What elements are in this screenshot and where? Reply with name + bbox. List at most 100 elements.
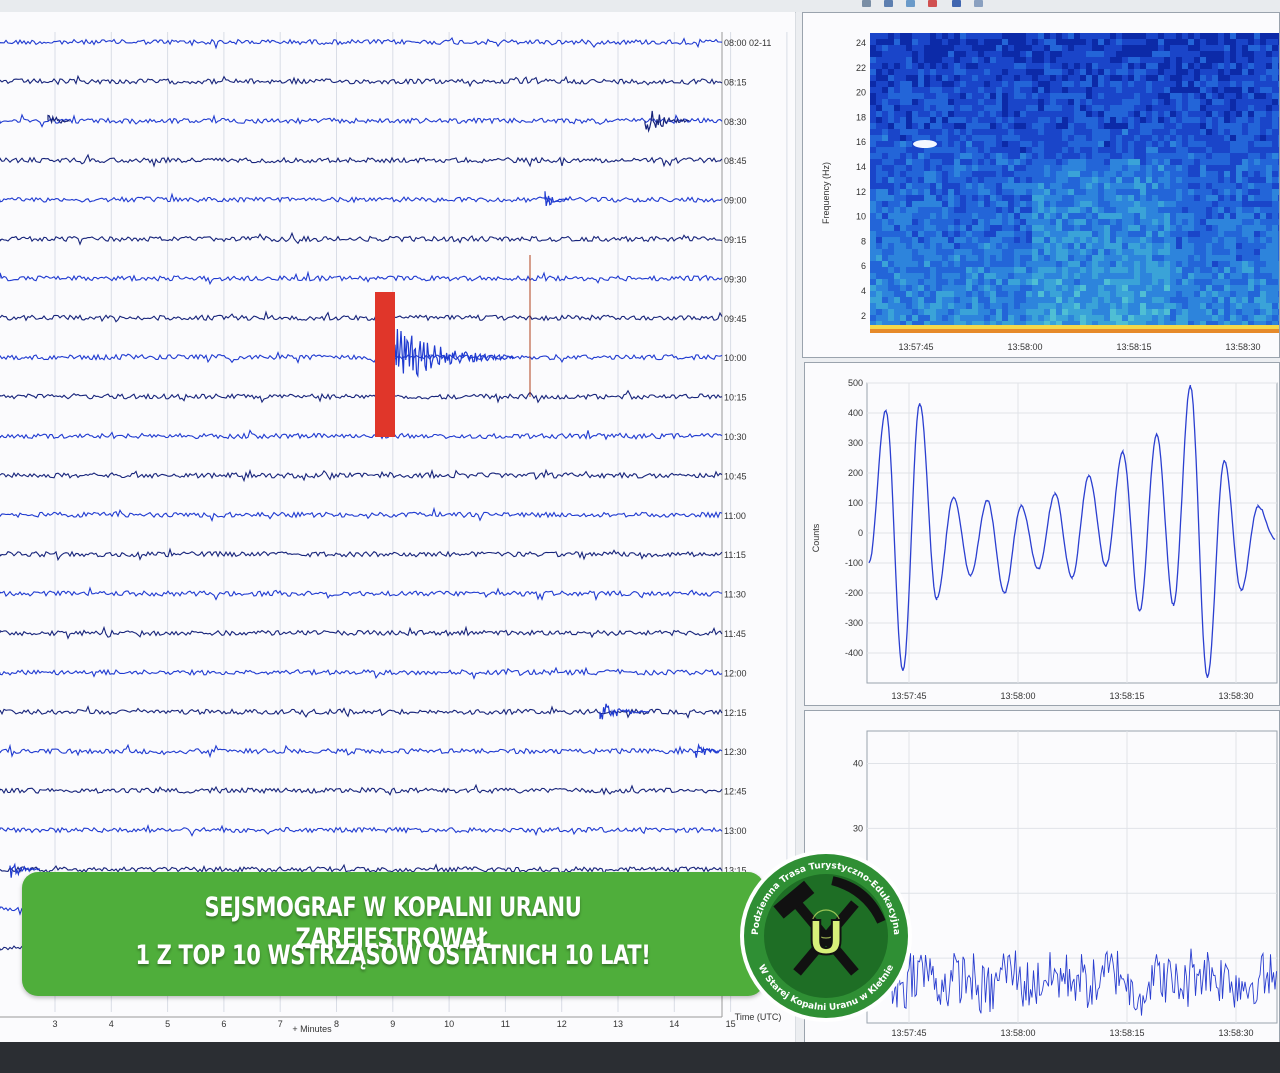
- spectrogram-cell: [894, 195, 900, 201]
- spectrogram-cell: [1140, 195, 1146, 201]
- spectrogram-cell: [960, 231, 966, 237]
- toolbar-icon[interactable]: [862, 0, 871, 7]
- spectrogram-cell: [1170, 249, 1176, 255]
- spectrogram-cell: [1014, 189, 1020, 195]
- spectrogram-cell: [906, 309, 912, 315]
- spectrogram-cell: [1176, 273, 1182, 279]
- spectrogram-cell: [1008, 117, 1014, 123]
- spectrogram-cell: [1230, 99, 1236, 105]
- spectrogram-cell: [948, 57, 954, 63]
- toolbar-icon[interactable]: [952, 0, 961, 7]
- spectrogram-cell: [1164, 165, 1170, 171]
- spectrogram-cell: [1080, 189, 1086, 195]
- spectrogram-cell: [1230, 45, 1236, 51]
- spectrogram-cell: [1026, 225, 1032, 231]
- spectrogram-cell: [1026, 255, 1032, 261]
- spectrogram-cell: [960, 243, 966, 249]
- spectrogram-cell: [1044, 279, 1050, 285]
- spectrogram-cell: [960, 309, 966, 315]
- spectrogram-cell: [888, 231, 894, 237]
- spectrogram-cell: [1218, 279, 1224, 285]
- spectrogram-cell: [1008, 285, 1014, 291]
- spectrogram-cell: [1146, 93, 1152, 99]
- spectrogram-cell: [1140, 99, 1146, 105]
- spectrogram-cell: [1230, 177, 1236, 183]
- spectrogram-cell: [996, 303, 1002, 309]
- spectrogram-cell: [1044, 303, 1050, 309]
- spectrogram-cell: [1200, 231, 1206, 237]
- spectrogram-cell: [1266, 45, 1272, 51]
- spectrogram-cell: [1146, 111, 1152, 117]
- spectrogram-cell: [1140, 183, 1146, 189]
- spectrogram-cell: [996, 111, 1002, 117]
- spectrogram-cell: [948, 261, 954, 267]
- spectrogram-cell: [1110, 291, 1116, 297]
- spectrogram-cell: [1164, 213, 1170, 219]
- spectrogram-cell: [978, 195, 984, 201]
- spectrogram-cell: [924, 303, 930, 309]
- spectrogram-cell: [1074, 63, 1080, 69]
- spectrogram-cell: [1032, 123, 1038, 129]
- spectrogram-cell: [870, 177, 876, 183]
- spectrogram-cell: [1032, 51, 1038, 57]
- spectrogram-cell: [948, 39, 954, 45]
- spectrogram-cell: [888, 39, 894, 45]
- spectrogram-cell: [1188, 201, 1194, 207]
- spectrogram-cell: [1068, 129, 1074, 135]
- spectrogram-cell: [930, 291, 936, 297]
- spectrogram-cell: [1074, 279, 1080, 285]
- spectrogram-cell: [936, 213, 942, 219]
- toolbar-icon[interactable]: [928, 0, 937, 7]
- spectrogram-cell: [1170, 141, 1176, 147]
- spectrogram-cell: [1026, 309, 1032, 315]
- spectrogram-cell: [912, 183, 918, 189]
- spectrogram-cell: [1200, 273, 1206, 279]
- spectrogram-cell: [1086, 51, 1092, 57]
- spectrogram-cell: [1110, 231, 1116, 237]
- y-axis-label: Counts: [811, 523, 821, 552]
- spectrogram-cell: [960, 135, 966, 141]
- spectrogram-cell: [1032, 249, 1038, 255]
- spectrogram-cell: [996, 309, 1002, 315]
- spectrogram-cell: [1224, 303, 1230, 309]
- spectrogram-cell: [1086, 117, 1092, 123]
- spectrogram-cell: [1104, 153, 1110, 159]
- spectrogram-cell: [1056, 195, 1062, 201]
- toolbar-icon[interactable]: [974, 0, 983, 7]
- spectrogram-cell: [1158, 93, 1164, 99]
- toolbar-icon[interactable]: [884, 0, 893, 7]
- spectrogram-cell: [1110, 249, 1116, 255]
- spectrogram-cell: [1080, 141, 1086, 147]
- spectrogram-cell: [996, 123, 1002, 129]
- spectrogram-cell: [1140, 117, 1146, 123]
- spectrogram-cell: [912, 57, 918, 63]
- minute-tick-label: 13: [613, 1019, 623, 1029]
- spectrogram-cell: [894, 291, 900, 297]
- spectrogram-cell: [1032, 99, 1038, 105]
- spectrogram-cell: [1224, 315, 1230, 321]
- spectrogram-cell: [1074, 99, 1080, 105]
- spectrogram-cell: [1020, 225, 1026, 231]
- spectrogram-cell: [1248, 309, 1254, 315]
- spectrogram-cell: [1272, 237, 1278, 243]
- spectrogram-cell: [1098, 231, 1104, 237]
- spectrogram-cell: [1182, 165, 1188, 171]
- spectrogram-cell: [1242, 117, 1248, 123]
- spectrogram-cell: [1272, 249, 1278, 255]
- spectrogram-cell: [1266, 177, 1272, 183]
- spectrogram-cell: [972, 231, 978, 237]
- time-label: 11:30: [724, 590, 746, 600]
- spectrogram-cell: [912, 219, 918, 225]
- spectrogram-cell: [1260, 255, 1266, 261]
- toolbar-icon[interactable]: [906, 0, 915, 7]
- spectrogram-cell: [1032, 69, 1038, 75]
- spectrogram-cell: [996, 69, 1002, 75]
- spectrogram-cell: [888, 63, 894, 69]
- spectrogram-cell: [1056, 189, 1062, 195]
- spectrogram-cell: [1002, 237, 1008, 243]
- spectrogram-cell: [1230, 315, 1236, 321]
- spectrogram-cell: [936, 117, 942, 123]
- spectrogram-cell: [1002, 309, 1008, 315]
- spectrogram-cell: [930, 219, 936, 225]
- spectrogram-cell: [1272, 219, 1278, 225]
